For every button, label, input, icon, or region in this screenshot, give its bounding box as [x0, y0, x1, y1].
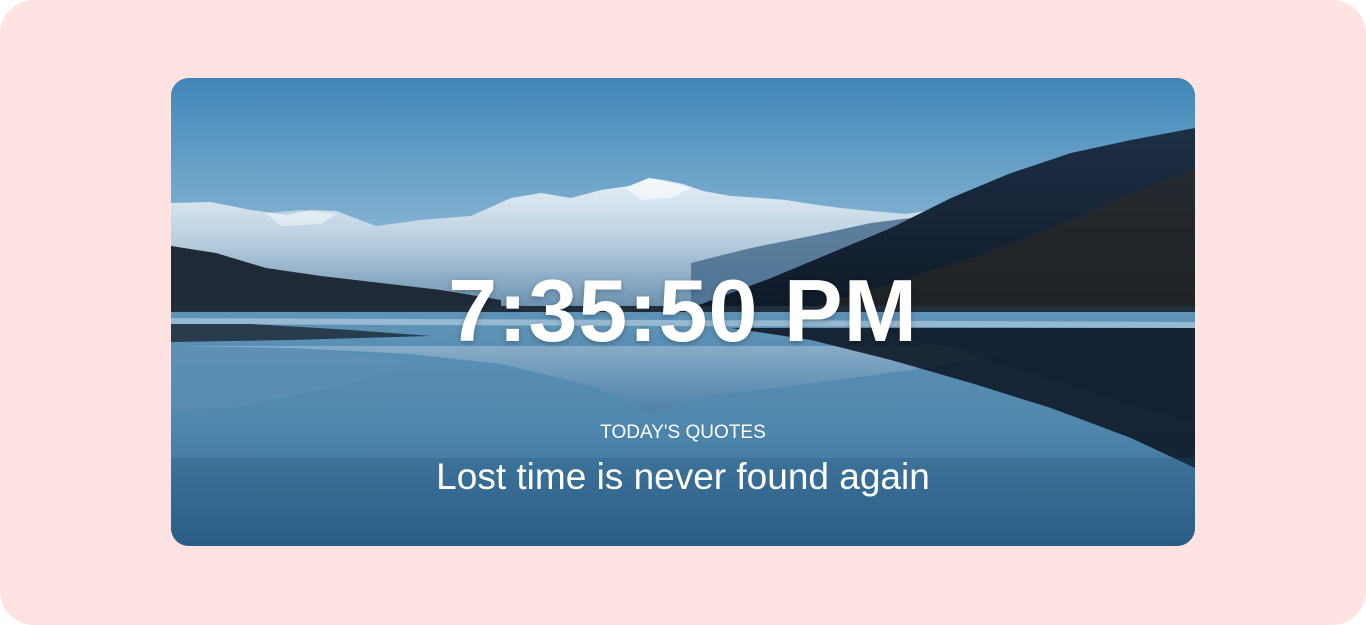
- quotes-heading: TODAY'S QUOTES: [600, 422, 766, 443]
- digital-clock-time: 7:35:50 PM: [448, 261, 918, 360]
- page-background: 7:35:50 PM TODAY'S QUOTES Lost time is n…: [0, 0, 1366, 625]
- clock-card: 7:35:50 PM TODAY'S QUOTES Lost time is n…: [171, 78, 1195, 546]
- quote-text: Lost time is never found again: [436, 456, 930, 497]
